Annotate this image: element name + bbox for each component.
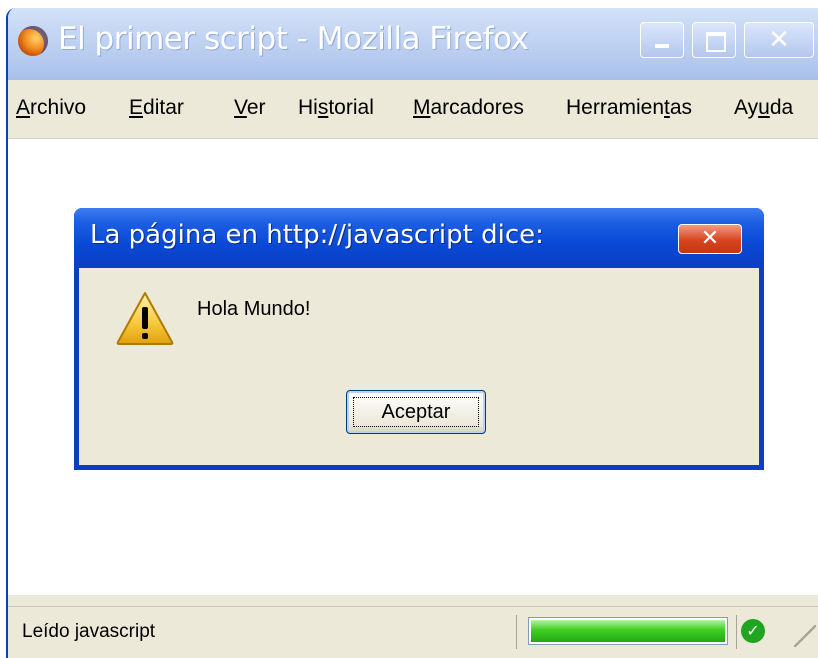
accept-button-label: Aceptar (353, 397, 479, 427)
menu-label: ditar (143, 96, 184, 119)
alert-dialog: La página en http://javascript dice: ✕ H… (74, 208, 764, 470)
progress-fill (531, 620, 725, 642)
close-icon: ✕ (768, 25, 790, 55)
firefox-logo-icon (18, 26, 48, 56)
menu-item-historial[interactable]: Historial (298, 96, 374, 120)
accept-button[interactable]: Aceptar (346, 390, 486, 434)
maximize-button[interactable] (692, 22, 736, 58)
status-divider (516, 615, 517, 649)
window-title: El primer script - Mozilla Firefox (58, 21, 529, 57)
dialog-message: Hola Mundo! (197, 298, 311, 320)
check-icon[interactable]: ✓ (741, 619, 765, 643)
menu-label: Hi (298, 96, 318, 119)
dialog-body: Hola Mundo! Aceptar (79, 268, 759, 465)
resize-grip-icon[interactable] (794, 625, 816, 647)
minimize-button[interactable] (640, 22, 684, 58)
menu-item-archivo[interactable]: Archivo (16, 96, 86, 120)
maximize-icon (706, 32, 726, 52)
menu-bar: Archivo Editar Ver Historial Marcadores … (8, 80, 818, 139)
menu-label: Herramien (566, 96, 665, 119)
status-divider (736, 615, 737, 649)
menu-label: arcadores (430, 96, 524, 119)
menu-label: rchivo (30, 96, 87, 119)
minimize-icon (655, 44, 669, 48)
status-text: Leído javascript (22, 621, 156, 642)
status-bar: Leído javascript ✓ (8, 606, 818, 658)
progress-bar (528, 617, 728, 645)
menu-item-ayuda[interactable]: Ayuda (734, 96, 793, 120)
menu-item-herramientas[interactable]: Herramientas (566, 96, 692, 120)
menu-item-marcadores[interactable]: Marcadores (413, 96, 524, 120)
menu-item-editar[interactable]: Editar (129, 96, 184, 120)
dialog-title: La página en http://javascript dice: (90, 220, 544, 250)
dialog-title-bar[interactable]: La página en http://javascript dice: ✕ (74, 208, 764, 268)
close-icon: ✕ (700, 226, 720, 251)
close-button[interactable]: ✕ (744, 22, 814, 58)
warning-icon (116, 292, 174, 345)
menu-label: Ay (734, 96, 759, 119)
title-bar[interactable]: El primer script - Mozilla Firefox ✕ (8, 8, 818, 80)
dialog-close-button[interactable]: ✕ (678, 224, 742, 254)
menu-item-ver[interactable]: Ver (234, 96, 266, 120)
menu-label: er (246, 96, 266, 119)
